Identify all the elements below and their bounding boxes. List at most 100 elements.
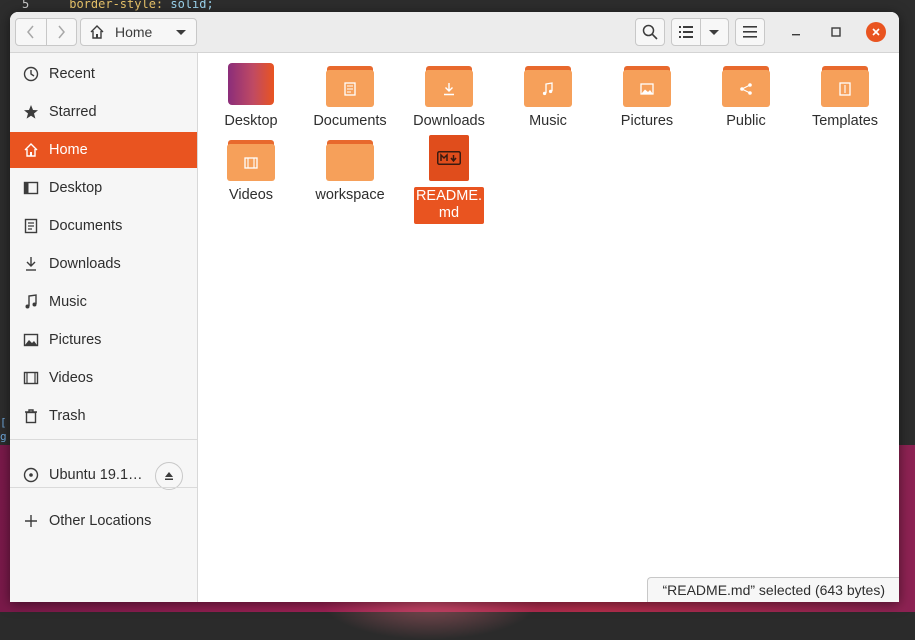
list-view-icon [678, 26, 693, 38]
file-item-workspace[interactable]: workspace [302, 135, 398, 204]
document-icon [22, 217, 40, 235]
file-item-readme[interactable]: README. md [401, 135, 497, 224]
sidebar-item-starred[interactable]: Starred [10, 94, 197, 130]
documents-folder-icon [326, 61, 374, 109]
file-name: Videos [228, 187, 274, 203]
file-name: Downloads [413, 113, 485, 129]
file-manager-window: Home Recent Starred Home Desktop Documen… [10, 12, 899, 602]
search-icon [642, 24, 658, 40]
file-name: Public [726, 113, 766, 129]
file-item-downloads[interactable]: Downloads [401, 61, 497, 130]
minimize-icon [792, 34, 800, 36]
sidebar-item-other-locations[interactable]: Other Locations [10, 503, 197, 539]
hamburger-icon [743, 26, 757, 38]
sidebar-item-home[interactable]: Home [10, 132, 197, 168]
sidebar-divider [10, 439, 197, 440]
sidebar-item-label: Music [49, 294, 87, 310]
file-item-music[interactable]: Music [500, 61, 596, 130]
code-property: border-style: [69, 0, 164, 11]
view-menu-button[interactable] [701, 19, 729, 45]
header-bar: Home [10, 12, 899, 53]
file-item-public[interactable]: Public [698, 61, 794, 130]
chevron-left-icon [26, 25, 34, 39]
home-icon [90, 25, 104, 39]
file-item-documents[interactable]: Documents [302, 61, 398, 130]
editor-line: 5 border-style: solid; [22, 0, 214, 11]
hamburger-menu-button[interactable] [735, 18, 765, 46]
file-name: Pictures [620, 113, 674, 129]
file-name: Templates [811, 113, 879, 129]
sidebar-item-recent[interactable]: Recent [10, 56, 197, 92]
music-icon [22, 293, 40, 311]
pictures-folder-icon [623, 61, 671, 109]
file-item-pictures[interactable]: Pictures [599, 61, 695, 130]
eject-button[interactable] [155, 462, 183, 490]
desktop-folder-icon [227, 61, 275, 109]
sidebar-item-label: Ubuntu 19.1… [49, 467, 143, 483]
close-button[interactable] [866, 22, 886, 42]
sidebar-item-label: Recent [49, 66, 95, 82]
editor-gutter-mark: [g [0, 416, 7, 443]
star-icon [22, 103, 40, 121]
maximize-icon [831, 27, 841, 37]
chevron-down-icon [709, 29, 720, 35]
file-name: README. md [414, 187, 484, 224]
maximize-button[interactable] [826, 22, 846, 42]
forward-button[interactable] [47, 19, 77, 45]
file-name: Documents [313, 113, 387, 129]
places-sidebar: Recent Starred Home Desktop Documents Do… [10, 53, 198, 602]
folder-icon [326, 135, 374, 183]
music-folder-icon [524, 61, 572, 109]
close-icon [872, 28, 880, 36]
sidebar-item-videos[interactable]: Videos [10, 360, 197, 396]
chevron-down-icon [176, 30, 186, 35]
sidebar-item-label: Downloads [49, 256, 121, 272]
path-label: Home [115, 24, 153, 40]
sidebar-item-label: Starred [49, 104, 97, 120]
navigation-buttons [15, 18, 77, 46]
sidebar-item-label: Pictures [49, 332, 102, 348]
selection-status-text: “README.md” selected (643 bytes) [662, 582, 885, 598]
templates-folder-icon [821, 61, 869, 109]
sidebar-item-label: Documents [49, 218, 123, 234]
sidebar-item-documents[interactable]: Documents [10, 208, 197, 244]
markdown-file-icon [425, 135, 473, 183]
sidebar-item-label: Desktop [49, 180, 103, 196]
sidebar-item-pictures[interactable]: Pictures [10, 322, 197, 358]
plus-icon [22, 512, 40, 530]
picture-icon [22, 331, 40, 349]
sidebar-item-desktop[interactable]: Desktop [10, 170, 197, 206]
trash-icon [22, 407, 40, 425]
home-icon [22, 141, 40, 159]
file-item-videos[interactable]: Videos [203, 135, 299, 204]
clock-icon [22, 65, 40, 83]
file-grid: Desktop Documents Downloads Music Pictur… [198, 53, 899, 602]
path-bar-home-button[interactable]: Home [80, 18, 197, 46]
sidebar-divider [10, 487, 197, 488]
video-icon [22, 369, 40, 387]
file-name: workspace [315, 187, 385, 203]
status-bar: “README.md” selected (643 bytes) [647, 577, 899, 602]
chevron-right-icon [58, 25, 66, 39]
sidebar-item-label: Videos [49, 370, 94, 386]
disc-icon [22, 466, 40, 484]
minimize-button[interactable] [786, 22, 806, 42]
videos-folder-icon [227, 135, 275, 183]
sidebar-item-label: Other Locations [49, 513, 152, 529]
line-number: 5 [22, 0, 30, 11]
search-button[interactable] [635, 18, 665, 46]
file-item-desktop[interactable]: Desktop [203, 61, 299, 130]
back-button[interactable] [16, 19, 46, 45]
downloads-folder-icon [425, 61, 473, 109]
view-options [671, 18, 729, 46]
sidebar-item-music[interactable]: Music [10, 284, 197, 320]
desktop-icon [22, 179, 40, 197]
file-item-templates[interactable]: Templates [797, 61, 893, 130]
download-icon [22, 255, 40, 273]
list-view-button[interactable] [672, 19, 700, 45]
file-name: Music [529, 113, 567, 129]
code-value: solid; [163, 0, 214, 11]
sidebar-item-downloads[interactable]: Downloads [10, 246, 197, 282]
public-folder-icon [722, 61, 770, 109]
sidebar-item-trash[interactable]: Trash [10, 398, 197, 434]
